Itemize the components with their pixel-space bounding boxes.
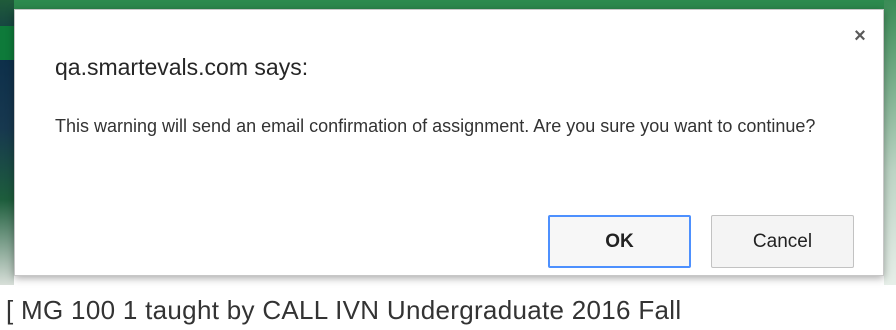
dialog-message: This warning will send an email confirma…	[55, 116, 816, 136]
background-right-panel	[884, 0, 896, 285]
background-page-text: [ MG 100 1 taught by CALL IVN Undergradu…	[6, 295, 682, 325]
cancel-button[interactable]: Cancel	[711, 215, 854, 268]
ok-button[interactable]: OK	[548, 215, 691, 268]
background-header-strip	[0, 0, 896, 9]
confirm-dialog: qa.smartevals.com says: × This warning w…	[14, 9, 884, 276]
close-icon[interactable]: ×	[851, 26, 869, 46]
dialog-title: qa.smartevals.com says:	[55, 54, 309, 80]
background-left-stub	[0, 26, 14, 60]
